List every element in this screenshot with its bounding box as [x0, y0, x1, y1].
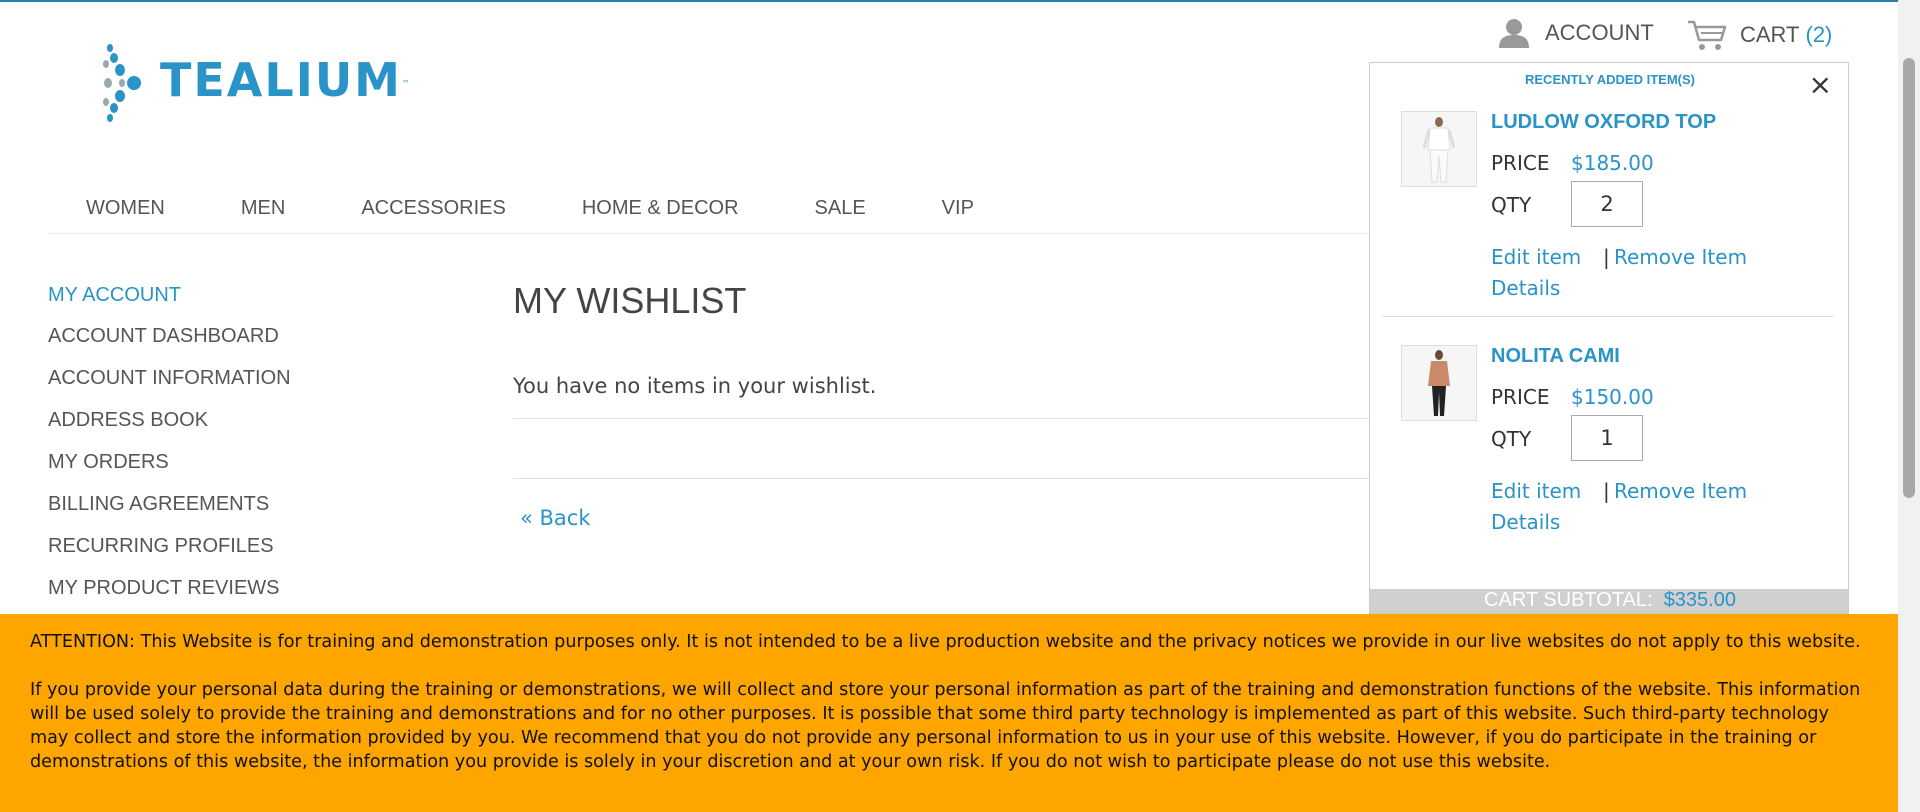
cart-label: CART [1740, 22, 1800, 47]
nav-item-vip[interactable]: VIP [904, 197, 1012, 220]
content-divider [513, 418, 1373, 419]
nav-item-sale[interactable]: SALE [777, 197, 904, 220]
sidebar-item-account-dashboard[interactable]: ACCOUNT DASHBOARD [48, 315, 291, 357]
cart-item-qty-input[interactable] [1571, 181, 1643, 227]
nav-item-home-decor[interactable]: HOME & DECOR [544, 197, 777, 220]
sidebar-item-recurring-profiles[interactable]: RECURRING PROFILES [48, 525, 291, 567]
details-link[interactable]: Details [1491, 510, 1560, 534]
logo-text: TEALIUM [160, 53, 402, 107]
sidebar-title: MY ACCOUNT [48, 284, 181, 306]
content-divider [513, 478, 1373, 479]
nav-item-women[interactable]: WOMEN [48, 197, 203, 220]
cart-subtotal-value: $335.00 [1663, 589, 1736, 611]
notice-paragraph: If you provide your personal data during… [30, 680, 1861, 772]
product-thumbnail[interactable] [1401, 111, 1477, 187]
edit-item-link[interactable]: Edit item [1491, 245, 1581, 269]
remove-item-link[interactable]: Remove Item [1614, 479, 1747, 503]
cart-subtotal-label: CART SUBTOTAL: [1484, 589, 1653, 611]
account-sidebar: MY ACCOUNT ACCOUNT DASHBOARD ACCOUNT INF… [48, 284, 291, 617]
link-separator: | [1603, 245, 1610, 269]
product-thumbnail[interactable] [1401, 345, 1477, 421]
brand-logo[interactable]: TEALIUM ™ [100, 42, 410, 124]
cart-item-price: $150.00 [1571, 385, 1654, 409]
cart-dropdown-heading: RECENTLY ADDED ITEM(S) [1525, 72, 1695, 87]
link-separator: | [1603, 479, 1610, 503]
cart-item: NOLITA CAMI PRICE $150.00 QTY Edit item … [1370, 345, 1848, 575]
account-user-icon [1499, 19, 1529, 48]
back-link[interactable]: « Back [520, 506, 591, 530]
product-image-white-shirt-icon [1402, 112, 1476, 186]
cart-link[interactable]: CART (2) [1686, 18, 1832, 52]
account-label: ACCOUNT [1545, 20, 1654, 45]
sidebar-item-billing-agreements[interactable]: BILLING AGREEMENTS [48, 483, 291, 525]
cart-item-price-label: PRICE [1491, 151, 1550, 175]
top-accent-line [0, 0, 1920, 2]
cart-item-price-label: PRICE [1491, 385, 1550, 409]
cart-item-name[interactable]: NOLITA CAMI [1491, 345, 1620, 368]
product-image-cami-icon [1402, 346, 1476, 420]
cart-item-price: $185.00 [1571, 151, 1654, 175]
demo-notice-banner: ATTENTION: This Website is for training … [0, 614, 1898, 812]
main-nav: WOMEN MEN ACCESSORIES HOME & DECOR SALE … [48, 197, 1012, 220]
wishlist-empty-message: You have no items in your wishlist. [513, 374, 877, 398]
cart-count: (2) [1805, 22, 1833, 47]
cart-item-qty-label: QTY [1491, 193, 1532, 217]
cart-subtotal-bar: CART SUBTOTAL: $335.00 [1370, 589, 1848, 613]
shopping-cart-icon [1688, 20, 1727, 50]
cart-item-qty-input[interactable] [1571, 415, 1643, 461]
cart-item-divider [1382, 316, 1834, 317]
account-link[interactable]: ACCOUNT [1497, 18, 1654, 48]
nav-item-men[interactable]: MEN [203, 197, 323, 220]
logo-trademark: ™ [401, 78, 410, 88]
sidebar-item-my-orders[interactable]: MY ORDERS [48, 441, 291, 483]
page: TEALIUM ™ ACCOUNT CART (2) WOMEN MEN ACC… [0, 0, 1920, 812]
page-title: MY WISHLIST [513, 280, 747, 321]
cart-item-qty-label: QTY [1491, 427, 1532, 451]
cart-dropdown: RECENTLY ADDED ITEM(S) × LUDLOW OXFORD T… [1369, 62, 1849, 614]
sidebar-item-account-information[interactable]: ACCOUNT INFORMATION [48, 357, 291, 399]
logo-mark-icon [103, 44, 141, 122]
edit-item-link[interactable]: Edit item [1491, 479, 1581, 503]
notice-paragraph: ATTENTION: This Website is for training … [30, 632, 1861, 652]
nav-divider [48, 233, 1548, 234]
scrollbar-thumb[interactable] [1903, 58, 1915, 498]
cart-item-name[interactable]: LUDLOW OXFORD TOP [1491, 111, 1716, 134]
details-link[interactable]: Details [1491, 276, 1560, 300]
sidebar-item-my-product-reviews[interactable]: MY PRODUCT REVIEWS [48, 567, 291, 609]
remove-item-link[interactable]: Remove Item [1614, 245, 1747, 269]
sidebar-item-address-book[interactable]: ADDRESS BOOK [48, 399, 291, 441]
close-icon[interactable]: × [1809, 71, 1832, 99]
nav-item-accessories[interactable]: ACCESSORIES [323, 197, 543, 220]
page-scrollbar[interactable] [1898, 0, 1920, 812]
cart-item: LUDLOW OXFORD TOP PRICE $185.00 QTY Edit… [1370, 111, 1848, 341]
